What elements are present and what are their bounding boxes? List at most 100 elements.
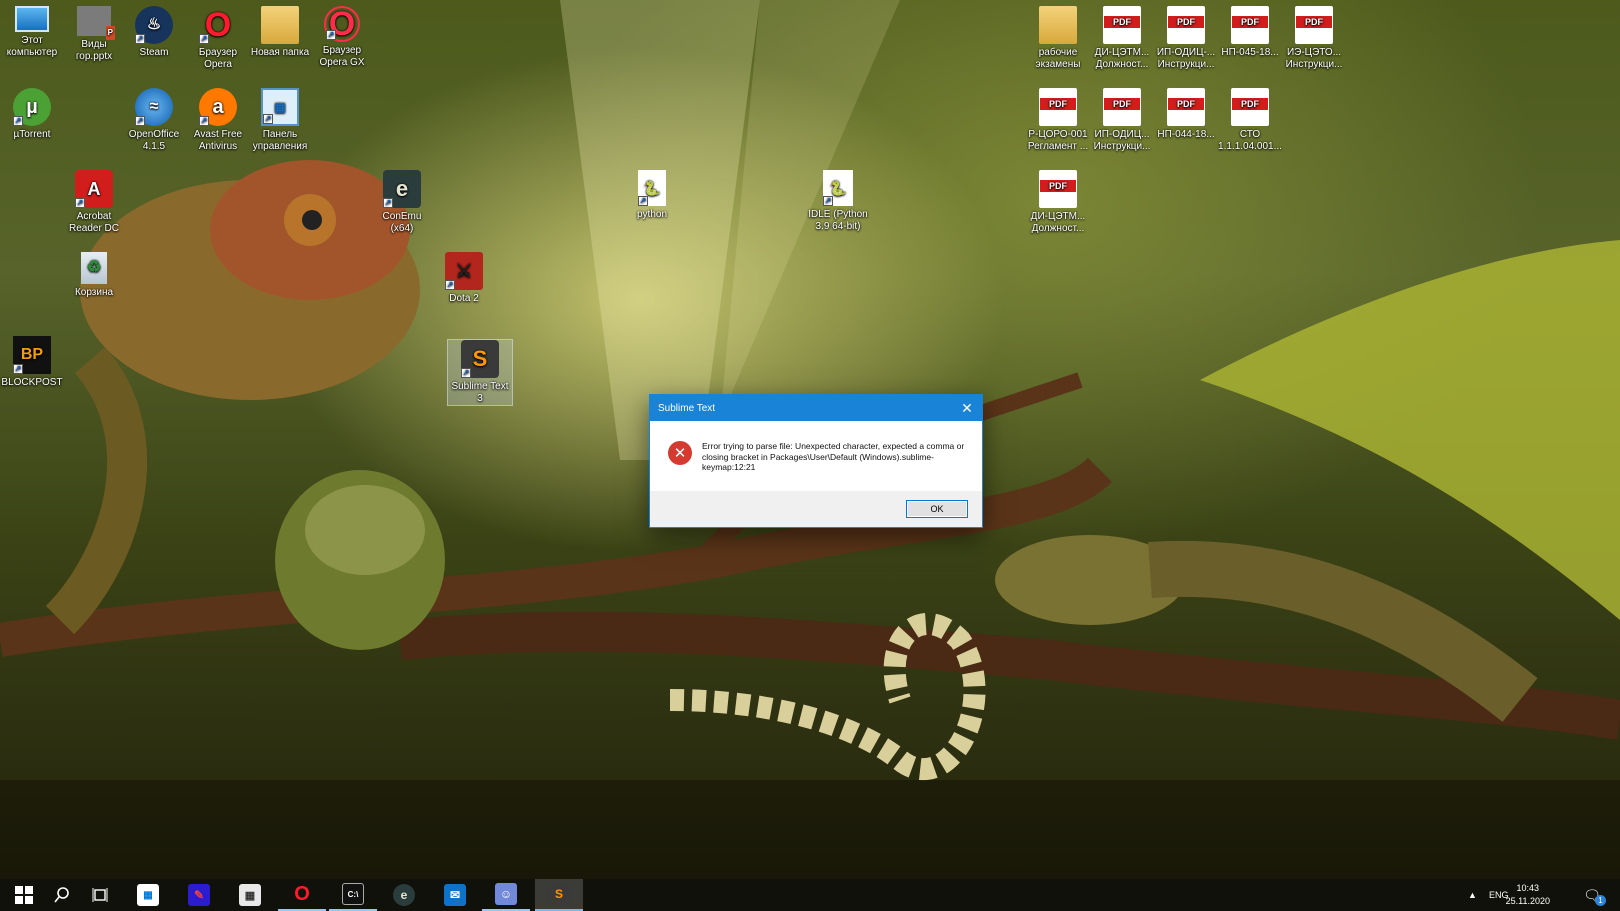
dota2-glyph-icon: ⚔ ↗ bbox=[445, 252, 483, 290]
control-panel-icon[interactable]: ▦ ↗ Панель управления bbox=[248, 88, 312, 153]
desktop-icon-label: ИП-ОДИЦ... Инструкци... bbox=[1093, 129, 1151, 152]
this-pc-glyph-icon bbox=[15, 6, 49, 32]
this-pc-icon[interactable]: Этот компьютер bbox=[0, 6, 64, 59]
shortcut-arrow-icon: ↗ bbox=[199, 116, 209, 126]
opera-gx-icon[interactable]: O ↗ Браузер Opera GX bbox=[310, 6, 374, 69]
desktop-icon-label: НП-045-18... bbox=[1221, 47, 1279, 58]
desktop-icon-label: Корзина bbox=[74, 287, 114, 298]
shortcut-arrow-icon: ↗ bbox=[326, 30, 336, 40]
vidy-gor-pptx-icon[interactable]: P Виды гор.pptx bbox=[62, 6, 126, 63]
desktop-icon-label: СТО 1.1.1.04.001... bbox=[1218, 129, 1282, 152]
pdf-di-cetm-1-icon[interactable]: ДИ-ЦЭТМ... Должност... bbox=[1090, 6, 1154, 71]
sublime-text-icon[interactable]: S ↗ Sublime Text 3 bbox=[447, 339, 513, 406]
shortcut-arrow-icon: ↗ bbox=[638, 196, 648, 206]
desktop-icon-label: ДИ-ЦЭТМ... Должност... bbox=[1030, 211, 1086, 234]
conemu-glyph-icon: e ↗ bbox=[383, 170, 421, 208]
desktop-icon-label: OpenOffice 4.1.5 bbox=[128, 129, 180, 152]
close-icon[interactable]: ✕ bbox=[952, 395, 982, 421]
desktop-icon-label: рабочие экзамены bbox=[1035, 47, 1081, 70]
clock[interactable]: 10:43 25.11.2020 bbox=[1506, 882, 1550, 908]
recycle-bin-glyph-icon: ♻ bbox=[81, 252, 107, 284]
blockpost-glyph-icon: BP ↗ bbox=[13, 336, 51, 374]
mail-icon[interactable]: ✉ bbox=[431, 879, 479, 911]
pdf-ie-ceto-glyph-icon bbox=[1295, 6, 1333, 44]
shortcut-arrow-icon: ↗ bbox=[383, 198, 393, 208]
pdf-ip-odic-2-icon[interactable]: ИП-ОДИЦ... Инструкци... bbox=[1090, 88, 1154, 153]
store-icon[interactable]: ▦ bbox=[124, 879, 172, 911]
error-message: Error trying to parse file: Unexpected c… bbox=[702, 441, 965, 472]
exam-folder-icon[interactable]: рабочие экзамены bbox=[1026, 6, 1090, 71]
opera-taskbar-icon[interactable]: O bbox=[278, 879, 326, 911]
new-folder-glyph-icon bbox=[261, 6, 299, 44]
avast-icon[interactable]: a ↗ Avast Free Antivirus bbox=[186, 88, 250, 153]
python-glyph-icon: 🐍 ↗ bbox=[638, 170, 666, 206]
pdf-ip-odic-2-glyph-icon bbox=[1103, 88, 1141, 126]
pdf-np-044-icon[interactable]: НП-044-18... bbox=[1154, 88, 1218, 141]
opera-browser-icon[interactable]: O ↗ Браузер Opera bbox=[186, 6, 250, 71]
pdf-ip-odic-1-icon[interactable]: ИП-ОДИЦ-... Инструкци... bbox=[1154, 6, 1218, 71]
dialog-footer: OK bbox=[650, 491, 982, 527]
new-folder-icon[interactable]: Новая папка bbox=[248, 6, 312, 59]
python-icon[interactable]: 🐍 ↗ python bbox=[620, 170, 684, 221]
desktop-icon-label: ДИ-ЦЭТМ... Должност... bbox=[1094, 47, 1150, 70]
openoffice-glyph-icon: ≈ ↗ bbox=[135, 88, 173, 126]
discord-icon[interactable]: ☺ bbox=[482, 879, 530, 911]
blockpost-icon[interactable]: BP ↗ BLOCKPOST bbox=[0, 336, 64, 389]
acrobat-reader-icon[interactable]: A ↗ Acrobat Reader DC bbox=[62, 170, 126, 235]
sublime-taskbar-icon[interactable]: S bbox=[535, 879, 583, 911]
desktop-icon-label: Виды гор.pptx bbox=[75, 39, 113, 62]
dialog-title-bar[interactable]: Sublime Text ✕ bbox=[650, 395, 982, 421]
terminal-taskbar-icon[interactable]: C:\ bbox=[329, 879, 377, 911]
notification-count: 1 bbox=[1595, 895, 1606, 906]
steam-icon[interactable]: ♨ ↗ Steam bbox=[122, 6, 186, 59]
error-icon: ✕ bbox=[668, 441, 692, 465]
dota2-icon[interactable]: ⚔ ↗ Dota 2 bbox=[432, 252, 496, 305]
idle-python-glyph-icon: 🐍 ↗ bbox=[823, 170, 853, 206]
avast-glyph-icon: a ↗ bbox=[199, 88, 237, 126]
desktop-icon-label: ИП-ОДИЦ-... Инструкци... bbox=[1156, 47, 1216, 70]
ok-button[interactable]: OK bbox=[906, 500, 968, 518]
shortcut-arrow-icon: ↗ bbox=[13, 116, 23, 126]
pdf-sto-icon[interactable]: СТО 1.1.1.04.001... bbox=[1218, 88, 1282, 153]
desktop-icon-label: µTorrent bbox=[13, 129, 51, 140]
steam-glyph-icon: ♨ ↗ bbox=[135, 6, 173, 44]
pdf-r-coro-icon[interactable]: Р-ЦОРО-001 Регламент ... bbox=[1026, 88, 1090, 153]
acrobat-reader-glyph-icon: A ↗ bbox=[75, 170, 113, 208]
utorrent-icon[interactable]: µ ↗ µTorrent bbox=[0, 88, 64, 141]
shortcut-arrow-icon: ↗ bbox=[823, 196, 833, 206]
conemu-icon[interactable]: e ↗ ConEmu (x64) bbox=[370, 170, 434, 235]
exam-folder-glyph-icon bbox=[1039, 6, 1077, 44]
pdf-np-045-icon[interactable]: НП-045-18... bbox=[1218, 6, 1282, 59]
calculator-icon[interactable]: ▦ bbox=[226, 879, 274, 911]
desktop-icon-label: Р-ЦОРО-001 Регламент ... bbox=[1027, 129, 1089, 152]
desktop-icon-label: Steam bbox=[139, 47, 169, 58]
pdf-di-cetm-2-icon[interactable]: ДИ-ЦЭТМ... Должност... bbox=[1026, 170, 1090, 235]
desktop-icon-label: Этот компьютер bbox=[6, 35, 58, 58]
idle-python-icon[interactable]: 🐍 ↗ IDLE (Python 3.9 64-bit) bbox=[806, 170, 870, 233]
vidy-gor-pptx-glyph-icon: P bbox=[77, 6, 115, 40]
desktop-icon-label: Браузер Opera GX bbox=[319, 45, 365, 68]
shortcut-arrow-icon: ↗ bbox=[75, 198, 85, 208]
desktop-icon-label: IDLE (Python 3.9 64-bit) bbox=[808, 209, 868, 232]
tray-expand-icon[interactable]: ▲ bbox=[1468, 890, 1477, 900]
desktop-icon-label: Новая папка bbox=[250, 47, 310, 58]
taskbar: ▦ ✎ ▦ O C:\ e ✉ ☺ S ▲ ENG 10:43 25.11.20… bbox=[0, 879, 1620, 911]
dialog-title: Sublime Text bbox=[658, 402, 716, 414]
pdf-ie-ceto-icon[interactable]: ИЭ-ЦЭТО... Инструкци... bbox=[1282, 6, 1346, 71]
shortcut-arrow-icon: ↗ bbox=[199, 34, 209, 44]
opera-browser-glyph-icon: O ↗ bbox=[199, 6, 232, 44]
desktop-icon-label: BLOCKPOST bbox=[1, 377, 63, 388]
recycle-bin-icon[interactable]: ♻ Корзина bbox=[62, 252, 126, 299]
task-view-icon[interactable] bbox=[76, 879, 124, 911]
shortcut-arrow-icon: ↗ bbox=[461, 368, 471, 378]
error-dialog: Sublime Text ✕ ✕ Error trying to parse f… bbox=[649, 394, 983, 528]
opera-gx-glyph-icon: O ↗ bbox=[324, 6, 360, 42]
openoffice-icon[interactable]: ≈ ↗ OpenOffice 4.1.5 bbox=[122, 88, 186, 153]
control-panel-glyph-icon: ▦ ↗ bbox=[261, 88, 299, 126]
utorrent-glyph-icon: µ ↗ bbox=[13, 88, 51, 126]
conemu-taskbar-icon[interactable]: e bbox=[380, 879, 428, 911]
drawing-app-icon[interactable]: ✎ bbox=[175, 879, 223, 911]
pdf-r-coro-glyph-icon bbox=[1039, 88, 1077, 126]
notification-center-icon[interactable]: 🗨 1 bbox=[1572, 879, 1612, 911]
desktop-icon-label: НП-044-18... bbox=[1157, 129, 1215, 140]
